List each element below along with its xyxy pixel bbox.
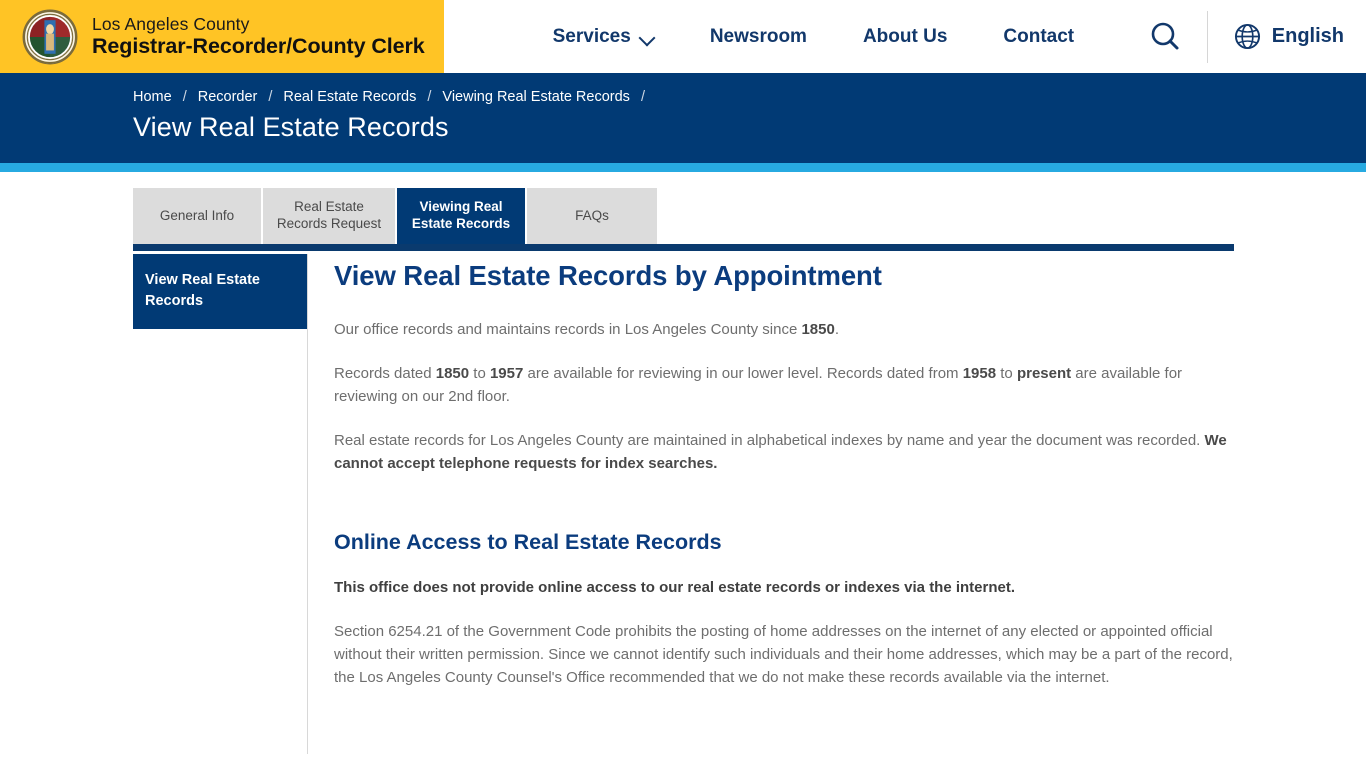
brand-line-1: Los Angeles County: [92, 13, 250, 34]
paragraph-government-code: Section 6254.21 of the Government Code p…: [334, 622, 1233, 686]
nav-item-contact[interactable]: Contact: [975, 26, 1102, 48]
p2-bold-1958: 1958: [962, 364, 997, 382]
breadcrumb-separator: /: [268, 89, 273, 105]
tab-label: FAQs: [575, 207, 609, 223]
accent-strip: [0, 163, 1366, 172]
section-heading-online-access: Online Access to Real Estate Records: [334, 529, 722, 554]
header-tools: English: [1123, 0, 1366, 73]
breadcrumb-item-viewing-real-estate-records[interactable]: Viewing Real Estate Records: [442, 89, 630, 105]
p1-part2: .: [834, 321, 840, 338]
tab-label: General Info: [159, 207, 235, 223]
site-header: Los Angeles County Registrar-Recorder/Co…: [0, 0, 1366, 73]
p1-bold-1850: 1850: [801, 321, 835, 338]
page-title: View Real Estate Records: [133, 112, 449, 142]
chevron-down-icon: [640, 31, 654, 45]
main-navigation: Services Newsroom About Us Contact: [444, 0, 1123, 73]
la-county-seal-icon: [22, 9, 78, 64]
p3-part1: Real estate records for Los Angeles Coun…: [334, 431, 1205, 449]
tab-bar: General Info Real Estate Records Request…: [0, 188, 1366, 252]
tab-underline: [133, 244, 1234, 251]
sidebar-item-label: View Real Estate Records: [145, 272, 260, 310]
language-label: English: [1271, 25, 1344, 47]
paragraph-no-online-access: This office does not provide online acce…: [334, 578, 1016, 596]
search-button[interactable]: [1123, 0, 1207, 73]
p2-bold-present: present: [1016, 364, 1072, 382]
globe-icon: [1234, 23, 1260, 50]
content-area: View Real Estate Records View Real Estat…: [0, 254, 1366, 754]
brand-line-2: Registrar-Recorder/County Clerk: [92, 33, 425, 58]
nav-item-about-us[interactable]: About Us: [835, 26, 975, 48]
main-content: View Real Estate Records by Appointment …: [308, 254, 1366, 754]
breadcrumb-separator: /: [427, 89, 432, 105]
tab-label: Real Estate Records Request: [276, 199, 382, 231]
brand-block[interactable]: Los Angeles County Registrar-Recorder/Co…: [0, 0, 444, 73]
p1-part1: Our office records and maintains records…: [334, 321, 802, 338]
paragraph-alphabetical-indexes: Real estate records for Los Angeles Coun…: [334, 430, 1236, 476]
page-header-band: Home / Recorder / Real Estate Records / …: [0, 73, 1366, 163]
p2-part2: to: [469, 364, 490, 382]
tab-viewing-real-estate-records[interactable]: Viewing Real Estate Records: [397, 188, 527, 244]
nav-item-services[interactable]: Services: [525, 26, 682, 48]
breadcrumb-item-recorder[interactable]: Recorder: [198, 89, 258, 105]
tab-faqs[interactable]: FAQs: [527, 188, 657, 244]
tab-label: Viewing Real Estate Records: [411, 199, 511, 231]
breadcrumb-separator-trailing: /: [640, 89, 645, 105]
breadcrumb-item-home[interactable]: Home: [133, 89, 172, 105]
search-icon: [1151, 22, 1179, 49]
p2-bold-1957: 1957: [489, 364, 524, 382]
p2-part4: to: [996, 364, 1017, 382]
breadcrumb: Home / Recorder / Real Estate Records / …: [133, 73, 1366, 105]
nav-label-contact: Contact: [1003, 25, 1075, 47]
tab-general-info[interactable]: General Info: [133, 188, 263, 244]
paragraph-records-since: Our office records and maintains records…: [334, 319, 1236, 342]
tab-real-estate-records-request[interactable]: Real Estate Records Request: [263, 188, 397, 244]
main-heading: View Real Estate Records by Appointment: [334, 260, 882, 291]
p2-part1: Records dated: [334, 364, 436, 382]
p2-part3: are available for reviewing in our lower…: [523, 364, 963, 382]
breadcrumb-separator: /: [182, 89, 187, 105]
sidebar-item-view-real-estate-records[interactable]: View Real Estate Records: [133, 254, 307, 330]
breadcrumb-item-real-estate-records[interactable]: Real Estate Records: [283, 89, 416, 105]
nav-label-newsroom: Newsroom: [709, 25, 807, 47]
language-selector[interactable]: English: [1208, 23, 1366, 50]
nav-label-services: Services: [552, 25, 631, 47]
sidebar: View Real Estate Records: [133, 254, 307, 754]
nav-label-about-us: About Us: [862, 25, 948, 47]
p2-bold-1850: 1850: [435, 364, 470, 382]
paragraph-record-locations: Records dated 1850 to 1957 are available…: [334, 363, 1236, 409]
nav-item-newsroom[interactable]: Newsroom: [682, 26, 835, 48]
